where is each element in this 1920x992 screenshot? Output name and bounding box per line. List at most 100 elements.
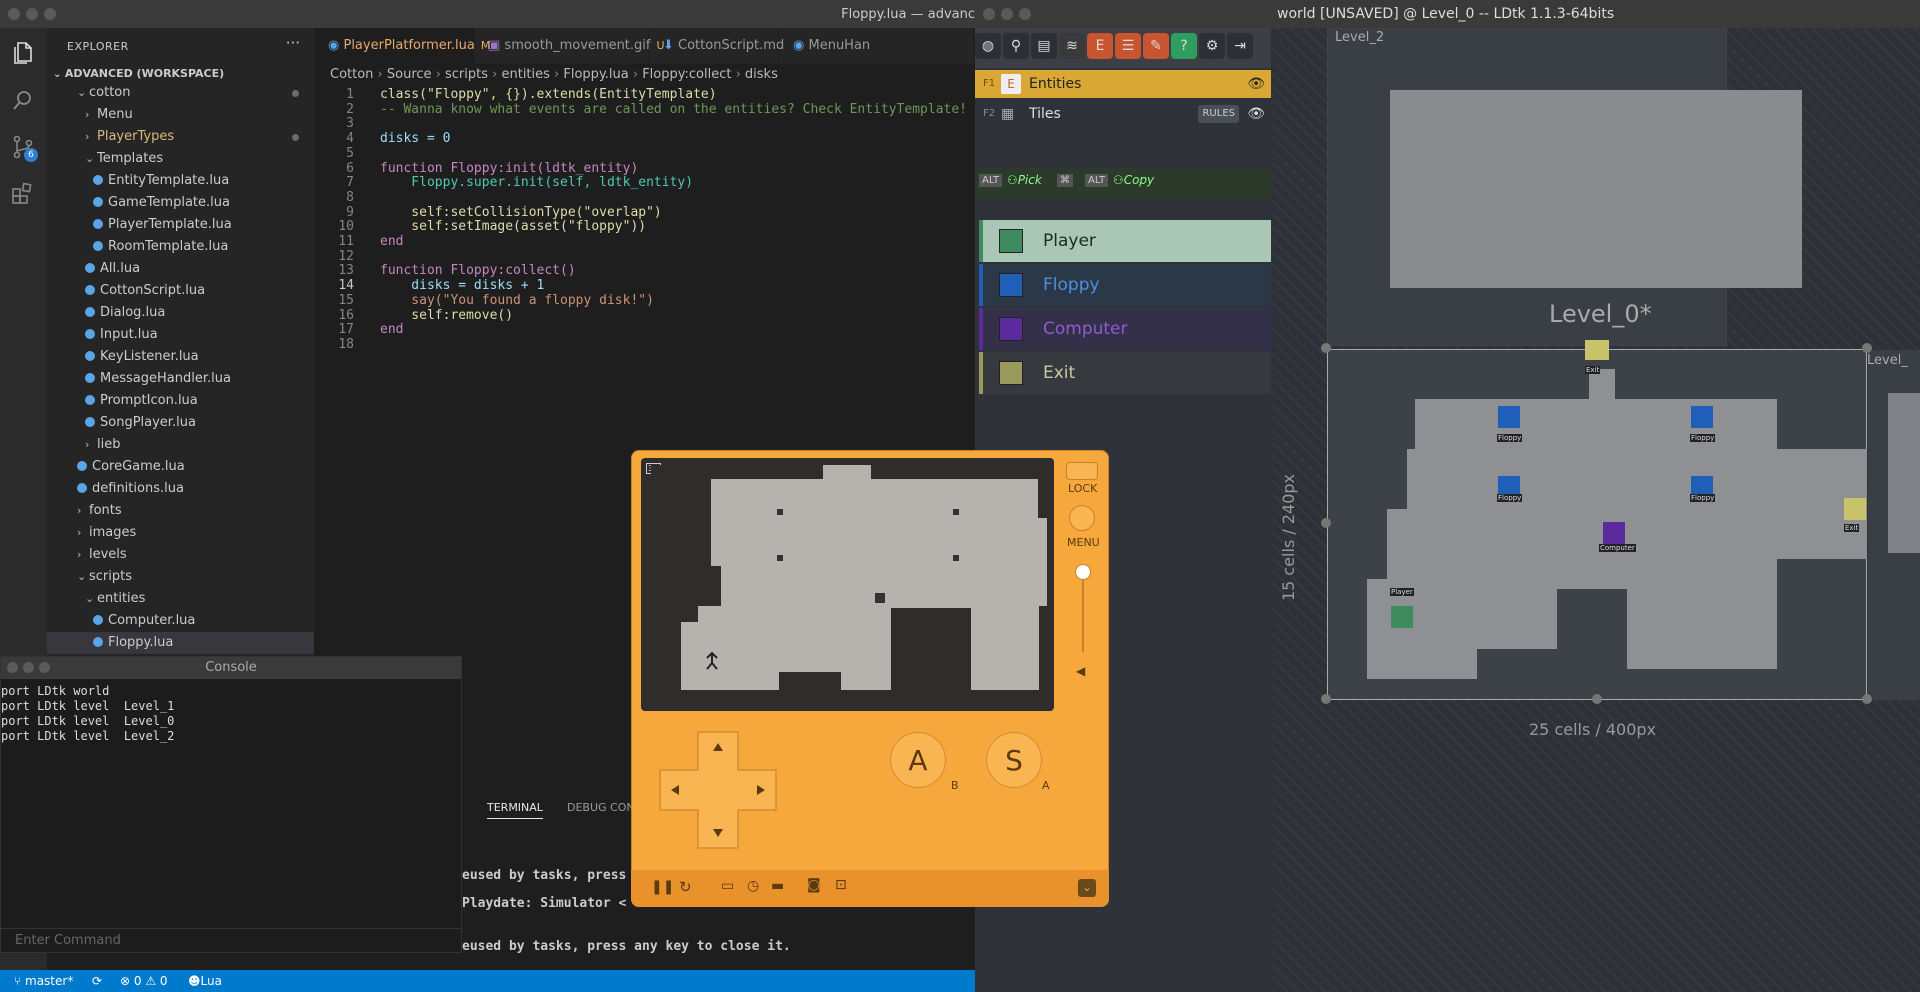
playdate-screen[interactable]: 3D <box>641 458 1054 711</box>
tree-item[interactable]: CottonScript.lua <box>47 280 314 302</box>
tree-item[interactable]: Input.lua <box>47 324 314 346</box>
tree-item[interactable]: definitions.lua <box>47 478 314 500</box>
console-command-input[interactable]: Enter Command <box>1 928 461 952</box>
tree-item[interactable]: Floppy.lua <box>47 632 314 654</box>
editor-tab[interactable]: ◉ MenuHan <box>779 28 975 64</box>
tree-item[interactable]: › lieb <box>47 434 314 456</box>
tree-item[interactable]: › PlayerTypes <box>47 126 314 148</box>
eye-icon[interactable]: 👁 <box>1247 100 1265 128</box>
level-canvas[interactable]: Level_2 Level_ Level_0* Exit Floppy Flop… <box>1273 28 1920 992</box>
breadcrumb-item[interactable]: scripts <box>445 67 488 82</box>
explorer-more-button[interactable]: ··· <box>286 34 300 52</box>
layer-entities[interactable]: F1 E Entities 👁 <box>975 70 1271 98</box>
rules-button[interactable]: RULES <box>1198 105 1239 123</box>
sync-icon[interactable]: ⟳ <box>92 970 102 992</box>
breadcrumb-item[interactable]: Cotton <box>330 67 373 82</box>
search-icon[interactable] <box>10 88 36 114</box>
tilesets-icon[interactable]: ✎ <box>1143 33 1169 59</box>
tree-item[interactable]: ⌄ cotton <box>47 82 314 104</box>
lock-button[interactable] <box>1066 462 1098 480</box>
breadcrumb-item[interactable]: Floppy:collect <box>642 67 731 82</box>
editor-tab[interactable]: ▣ smooth_movement.gif U <box>474 28 665 64</box>
settings-icon[interactable]: ⚙ <box>1199 33 1225 59</box>
tree-item[interactable]: PromptIcon.lua <box>47 390 314 412</box>
tree-item[interactable]: PlayerTemplate.lua <box>47 214 314 236</box>
world-icon[interactable]: ◍ <box>975 33 1001 59</box>
entity-player[interactable]: Player <box>979 220 1271 262</box>
window-zoom-button[interactable] <box>44 8 56 20</box>
tree-item[interactable]: EntityTemplate.lua <box>47 170 314 192</box>
console-icon[interactable]: ▭ <box>721 878 734 894</box>
resize-handle[interactable] <box>1321 694 1331 704</box>
help-icon[interactable]: ? <box>1171 33 1197 59</box>
explorer-icon[interactable] <box>10 40 36 66</box>
restart-icon[interactable]: ↻ <box>679 878 692 896</box>
editor-tab[interactable]: ⬇ CottonScript.md <box>649 28 784 64</box>
tree-item[interactable]: GameTemplate.lua <box>47 192 314 214</box>
breadcrumb-item[interactable]: entities <box>501 67 549 82</box>
volume-icon[interactable]: ◀ <box>1076 664 1085 678</box>
layers-icon[interactable]: ≋ <box>1059 33 1085 59</box>
window-close-button[interactable] <box>8 8 20 20</box>
entities-icon[interactable]: E <box>1087 33 1113 59</box>
tree-item[interactable]: KeyListener.lua <box>47 346 314 368</box>
exit-entity-marker[interactable] <box>1844 498 1866 520</box>
tab-terminal[interactable]: TERMINAL <box>487 801 543 819</box>
resize-handle[interactable] <box>1862 343 1872 353</box>
stopwatch-icon[interactable]: ◷ <box>747 878 759 894</box>
tree-item[interactable]: Computer.lua <box>47 610 314 632</box>
editor-tab[interactable]: ◉ PlayerPlatformer.lua M <box>314 28 490 64</box>
resize-handle[interactable] <box>1321 518 1331 528</box>
tree-item[interactable]: › fonts <box>47 500 314 522</box>
tree-item[interactable]: › images <box>47 522 314 544</box>
language-indicator[interactable]: ☻Lua <box>188 970 222 992</box>
tree-item[interactable]: ⌄ entities <box>47 588 314 610</box>
tree-item[interactable]: All.lua <box>47 258 314 280</box>
tree-item[interactable]: ⌄ Templates <box>47 148 314 170</box>
level-settings-icon[interactable]: ▤ <box>1031 33 1057 59</box>
ldtk-zoom-button[interactable] <box>1019 8 1031 20</box>
branch-indicator[interactable]: ⑂ master* <box>14 970 73 992</box>
exit-entity-marker[interactable] <box>1585 340 1609 360</box>
workspace-title[interactable]: ⌄ ADVANCED (WORKSPACE) <box>53 67 224 80</box>
problems-indicator[interactable]: ⊗ 0 ⚠ 0 <box>120 970 168 992</box>
layer-tiles[interactable]: F2 ▦ Tiles RULES 👁 <box>975 100 1271 128</box>
breadcrumb-item[interactable]: Floppy.lua <box>563 67 628 82</box>
extensions-icon[interactable] <box>10 180 36 206</box>
console-close-button[interactable] <box>7 662 18 673</box>
crank-slider-handle[interactable] <box>1075 564 1091 580</box>
record-icon[interactable]: ⊡ <box>835 877 847 893</box>
enums-icon[interactable]: ☰ <box>1115 33 1141 59</box>
breadcrumb-item[interactable]: Source <box>387 67 432 82</box>
tab-debug-console[interactable]: DEBUG CON <box>567 801 635 814</box>
breadcrumb-item[interactable]: disks <box>745 67 778 82</box>
level-pin-icon[interactable]: ⚲ <box>1003 33 1029 59</box>
tree-item[interactable]: RoomTemplate.lua <box>47 236 314 258</box>
console-minimize-button[interactable] <box>23 662 34 673</box>
a-button[interactable]: A <box>890 732 946 788</box>
tree-item[interactable]: Dialog.lua <box>47 302 314 324</box>
floppy-entity-marker[interactable] <box>1498 406 1520 428</box>
resize-handle[interactable] <box>1321 343 1331 353</box>
window-minimize-button[interactable] <box>26 8 38 20</box>
tree-item[interactable]: ⌄ scripts <box>47 566 314 588</box>
entity-exit[interactable]: Exit <box>979 352 1271 394</box>
floppy-entity-marker[interactable] <box>1691 406 1713 428</box>
source-control-icon[interactable]: 6 <box>10 134 38 162</box>
exit-icon[interactable]: ⇥ <box>1227 33 1253 59</box>
resize-handle[interactable] <box>1862 694 1872 704</box>
device-icon[interactable]: ▬ <box>771 878 784 894</box>
resize-handle[interactable] <box>1592 694 1602 704</box>
tree-item[interactable]: › levels <box>47 544 314 566</box>
ldtk-close-button[interactable] <box>983 8 995 20</box>
chevron-down-icon[interactable]: ⌄ <box>1078 879 1096 897</box>
pause-icon[interactable]: ❚❚ <box>651 879 674 895</box>
entity-floppy[interactable]: Floppy <box>979 264 1271 306</box>
computer-entity-marker[interactable] <box>1603 522 1625 544</box>
console-zoom-button[interactable] <box>39 662 50 673</box>
ldtk-minimize-button[interactable] <box>1001 8 1013 20</box>
s-button[interactable]: S <box>986 732 1042 788</box>
player-entity-marker[interactable] <box>1391 606 1413 628</box>
tree-item[interactable]: MessageHandler.lua <box>47 368 314 390</box>
eye-icon[interactable]: 👁 <box>1247 70 1265 98</box>
